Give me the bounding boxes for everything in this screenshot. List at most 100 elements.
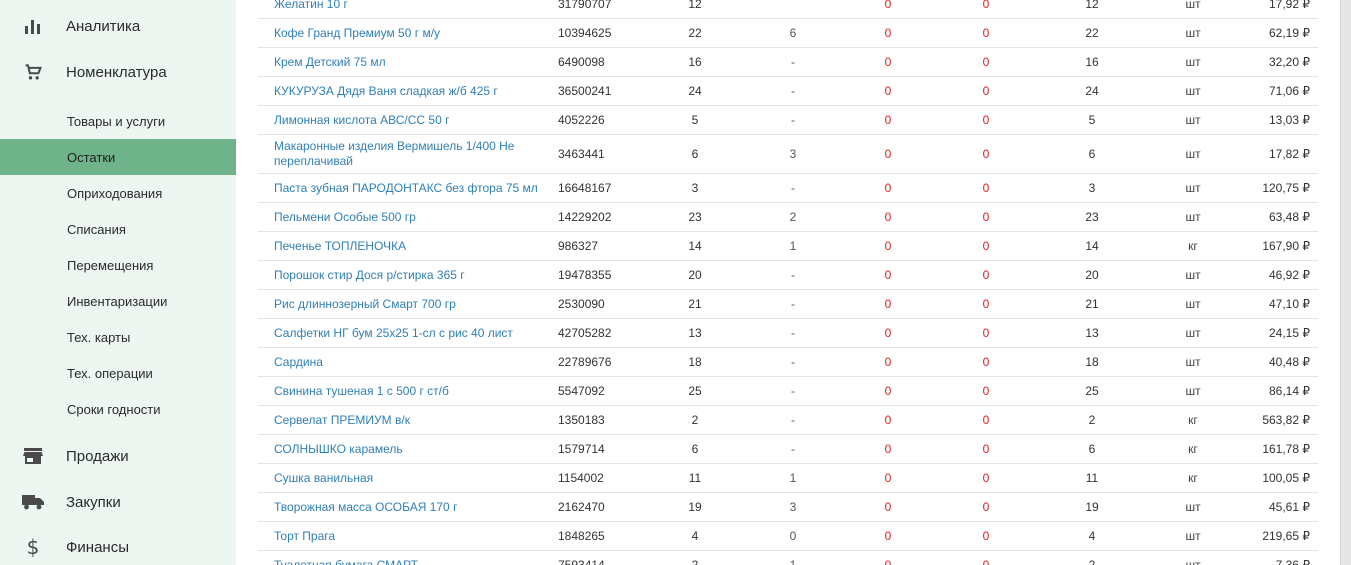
sidebar-subitem-expiry[interactable]: Сроки годности — [0, 391, 236, 427]
product-name-link[interactable]: Творожная масса ОСОБАЯ 170 г — [274, 493, 546, 521]
product-name-link[interactable]: Торт Прага — [274, 522, 546, 550]
unit-value: шт — [1185, 210, 1201, 224]
quantity-value: 24 — [688, 84, 702, 98]
product-name-link[interactable]: Печенье ТОПЛЕНОЧКА — [274, 232, 546, 260]
table-row[interactable]: Рис длиннозерный Смарт 700 гр 2530090 21 - 0… — [258, 290, 1318, 319]
product-name-link[interactable]: КУКУРУЗА Дядя Ваня сладкая ж/б 425 г — [274, 77, 546, 105]
product-code: 2162470 — [558, 500, 605, 514]
product-name-link[interactable]: Сервелат ПРЕМИУМ в/к — [274, 406, 546, 434]
sidebar-item-label: Аналитика — [66, 17, 141, 35]
sidebar-subitem-label: Списания — [67, 221, 126, 237]
shipped-value: 0 — [982, 413, 990, 427]
quantity-value: 13 — [688, 326, 702, 340]
sidebar-item-purchases[interactable]: Закупки — [0, 482, 236, 522]
product-name-link[interactable]: Пельмени Особые 500 гр — [274, 203, 546, 231]
sidebar-subitem-tech-cards[interactable]: Тех. карты — [0, 319, 236, 355]
unit-value: кг — [1188, 413, 1198, 427]
quantity-value: 2 — [691, 413, 699, 427]
cart-icon — [22, 61, 44, 83]
shipped-value: 0 — [982, 442, 990, 456]
table-row[interactable]: Торт Прага 1848265 4 0 0 0 4 шт 219,65 ₽ — [258, 522, 1318, 551]
sidebar-subitem-tech-operations[interactable]: Тех. операции — [0, 355, 236, 391]
sidebar-subitem-transfers[interactable]: Перемещения — [0, 247, 236, 283]
sidebar-item-sales[interactable]: Продажи — [0, 436, 236, 476]
unit-value: шт — [1185, 113, 1201, 127]
quantity-value: 4 — [691, 529, 699, 543]
table-row[interactable]: Сардина 22789676 18 - 0 0 18 шт 40,48 ₽ — [258, 348, 1318, 377]
product-name-link[interactable]: Крем Детский 75 мл — [274, 48, 546, 76]
price-value: 71,06 ₽ — [1269, 84, 1310, 98]
product-code: 10394625 — [558, 26, 612, 40]
sidebar-item-analytics[interactable]: Аналитика — [0, 6, 236, 46]
sidebar-item-label: Номенклатура — [66, 63, 167, 81]
quantity-value: 2 — [691, 558, 699, 565]
table-row[interactable]: КУКУРУЗА Дядя Ваня сладкая ж/б 425 г 3650… — [258, 77, 1318, 106]
available-value: 25 — [1085, 384, 1099, 398]
sidebar-subitem-goods[interactable]: Товары и услуги — [0, 103, 236, 139]
available-value: 2 — [1088, 413, 1096, 427]
product-name-link[interactable]: Лимонная кислота АВС/СС 50 г — [274, 106, 546, 134]
product-name-link[interactable]: Кофе Гранд Премиум 50 г м/у — [274, 19, 546, 47]
unit-value: шт — [1185, 84, 1201, 98]
table-row[interactable]: Крем Детский 75 мл 6490098 16 - 0 0 16 шт 32,20 … — [258, 48, 1318, 77]
table-row[interactable]: Пельмени Особые 500 гр 14229202 23 2 0 0 23 шт 6… — [258, 203, 1318, 232]
product-name-link[interactable]: Сардина — [274, 348, 546, 376]
table-row[interactable]: Макаронные изделия Вермишель 1/400 Не пе… — [258, 135, 1318, 174]
price-value: 86,14 ₽ — [1269, 384, 1310, 398]
table-row[interactable]: Творожная масса ОСОБАЯ 170 г 2162470 19 3 0 0… — [258, 493, 1318, 522]
table-row[interactable]: Сервелат ПРЕМИУМ в/к 1350183 2 - 0 0 2 кг 563,82… — [258, 406, 1318, 435]
shipped-value: 0 — [982, 355, 990, 369]
sidebar-item-label: Финансы — [66, 538, 129, 556]
table-row[interactable]: Туалетная бумага СМАРТ 7593414 2 1 0 0 2 шт 7,36… — [258, 551, 1318, 565]
reserve-value: 3 — [789, 147, 797, 161]
product-name-link[interactable]: Рис длиннозерный Смарт 700 гр — [274, 290, 546, 318]
price-value: 17,82 ₽ — [1269, 147, 1310, 161]
unit-value: кг — [1188, 239, 1198, 253]
product-name-link[interactable]: Туалетная бумага СМАРТ — [274, 551, 546, 565]
table-row[interactable]: Свинина тушеная 1 с 500 г ст/б 5547092 25 -… — [258, 377, 1318, 406]
sidebar-subitem-receipts[interactable]: Оприходования — [0, 175, 236, 211]
table-row[interactable]: СОЛНЫШКО карамель 1579714 6 - 0 0 6 кг 161,78 ₽ — [258, 435, 1318, 464]
table-row[interactable]: Кофе Гранд Премиум 50 г м/у 10394625 22 6 0 0… — [258, 19, 1318, 48]
sidebar-item-finance[interactable]: $ Финансы — [0, 527, 236, 565]
unit-value: шт — [1185, 529, 1201, 543]
quantity-value: 18 — [688, 355, 702, 369]
sidebar-item-nomenclature[interactable]: Номенклатура — [0, 52, 236, 92]
product-name-link[interactable]: Порошок стир Дося р/стирка 365 г — [274, 261, 546, 289]
table-row[interactable]: Паста зубная ПАРОДОНТАКС без фтора 75 мл… — [258, 174, 1318, 203]
table-row[interactable]: Сушка ванильная 1154002 11 1 0 0 11 кг 100,05 ₽ — [258, 464, 1318, 493]
expected-value: 0 — [884, 384, 892, 398]
sidebar-subitem-inventory[interactable]: Инвентаризации — [0, 283, 236, 319]
price-value: 45,61 ₽ — [1269, 500, 1310, 514]
product-name-link[interactable]: Свинина тушеная 1 с 500 г ст/б — [274, 377, 546, 405]
sidebar-subitem-writeoffs[interactable]: Списания — [0, 211, 236, 247]
product-name-link[interactable]: Сушка ванильная — [274, 464, 546, 492]
quantity-value: 21 — [688, 297, 702, 311]
quantity-value: 23 — [688, 210, 702, 224]
quantity-value: 6 — [691, 442, 699, 456]
table-row[interactable]: Печенье ТОПЛЕНОЧКА 986327 14 1 0 0 14 кг 167,90 … — [258, 232, 1318, 261]
reserve-value: - — [791, 113, 795, 127]
unit-value: шт — [1185, 384, 1201, 398]
price-value: 24,15 ₽ — [1269, 326, 1310, 340]
reserve-value: 0 — [789, 529, 797, 543]
quantity-value: 16 — [688, 55, 702, 69]
product-name-link[interactable]: Салфетки НГ бум 25x25 1-сл с рис 40 лист — [274, 319, 546, 347]
table-row[interactable]: Порошок стир Дося р/стирка 365 г 19478355… — [258, 261, 1318, 290]
available-value: 2 — [1088, 558, 1096, 565]
available-value: 12 — [1085, 0, 1099, 11]
reserve-value: - — [791, 413, 795, 427]
price-value: 219,65 ₽ — [1262, 529, 1310, 543]
price-value: 563,82 ₽ — [1262, 413, 1310, 427]
available-value: 20 — [1085, 268, 1099, 282]
product-name-link[interactable]: Макаронные изделия Вермишель 1/400 Не пе… — [274, 135, 546, 173]
table-row[interactable]: Желатин 10 г 31790707 12 0 0 12 шт 17,92 ₽ — [258, 0, 1318, 19]
product-name-link[interactable]: Паста зубная ПАРОДОНТАКС без фтора 75 мл — [274, 174, 546, 202]
available-value: 23 — [1085, 210, 1099, 224]
product-name-link[interactable]: Желатин 10 г — [274, 0, 546, 18]
table-row[interactable]: Салфетки НГ бум 25x25 1-сл с рис 40 лист… — [258, 319, 1318, 348]
product-name-link[interactable]: СОЛНЫШКО карамель — [274, 435, 546, 463]
table-row[interactable]: Лимонная кислота АВС/СС 50 г 4052226 5 - 0 0 5… — [258, 106, 1318, 135]
product-code: 7593414 — [558, 558, 605, 565]
sidebar-subitem-stock[interactable]: Остатки — [0, 139, 236, 175]
